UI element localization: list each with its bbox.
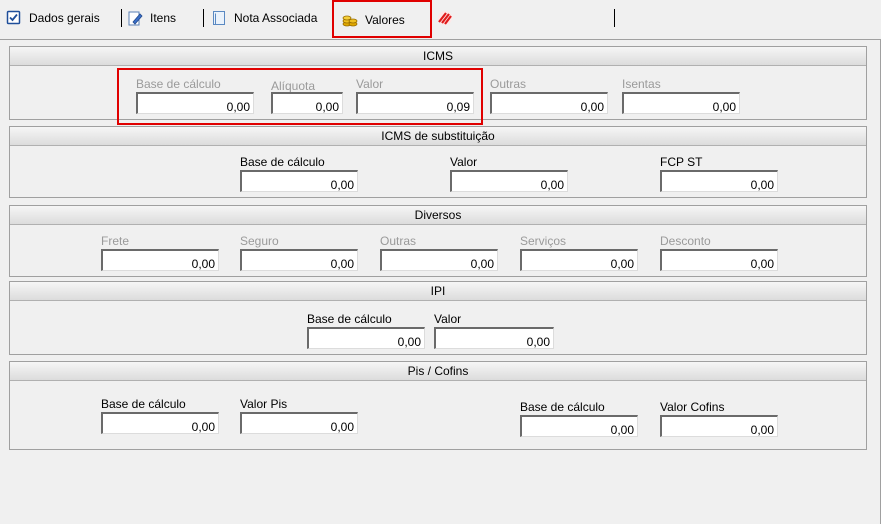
tab-bar: Dados gerais Itens Nota Associada Valore… <box>0 0 881 40</box>
field-label: Base de cálculo <box>101 397 186 411</box>
group-title: IPI <box>10 282 866 301</box>
icms-isentas-input[interactable] <box>622 92 740 114</box>
stripes-icon <box>438 11 452 25</box>
group-diversos: Diversos Frete Seguro Outras Serviços De… <box>9 205 867 277</box>
group-title: ICMS <box>10 47 866 66</box>
icms-valor-input[interactable] <box>356 92 474 114</box>
field-label: Base de cálculo <box>307 312 392 326</box>
frete-input[interactable] <box>101 249 219 271</box>
document-icon <box>213 11 225 25</box>
valor-cofins-input[interactable] <box>660 415 778 437</box>
servicos-input[interactable] <box>520 249 638 271</box>
group-title: Pis / Cofins <box>10 362 866 381</box>
fcp-st-input[interactable] <box>660 170 778 192</box>
tab-label: Dados gerais <box>29 11 100 25</box>
icms-outras-input[interactable] <box>490 92 608 114</box>
seguro-input[interactable] <box>240 249 358 271</box>
tab-dados-gerais[interactable]: Dados gerais <box>6 6 100 30</box>
field-label: Isentas <box>622 77 661 91</box>
edit-document-icon <box>128 11 143 26</box>
icms-aliquota-input[interactable] <box>271 92 343 114</box>
tab-separator <box>203 9 204 27</box>
field-label: Desconto <box>660 234 711 248</box>
tab-nota-associada[interactable]: Nota Associada <box>211 6 317 30</box>
field-label: Base de cálculo <box>520 400 605 414</box>
pis-base-input[interactable] <box>101 412 219 434</box>
desconto-input[interactable] <box>660 249 778 271</box>
field-label: Valor <box>356 77 384 91</box>
group-pis-cofins: Pis / Cofins Base de cálculo Valor Pis B… <box>9 361 867 450</box>
tab-label: Nota Associada <box>234 11 318 25</box>
ipi-valor-input[interactable] <box>434 327 554 349</box>
tab-valores[interactable]: Valores <box>342 8 405 32</box>
tab-label: Valores <box>365 13 405 27</box>
field-label: Base de cálculo <box>240 155 325 169</box>
field-label: Valor <box>450 155 478 169</box>
outras-input[interactable] <box>380 249 498 271</box>
tab-separator <box>121 9 122 27</box>
field-label: Valor Cofins <box>660 400 725 414</box>
checkbox-icon <box>6 10 21 25</box>
icms-base-input[interactable] <box>136 92 254 114</box>
icms-st-valor-input[interactable] <box>450 170 568 192</box>
icms-st-base-input[interactable] <box>240 170 358 192</box>
field-label: Outras <box>380 234 417 248</box>
field-label: Outras <box>490 77 527 91</box>
coins-icon <box>342 15 358 27</box>
field-label: Valor Pis <box>240 397 288 411</box>
group-ipi: IPI Base de cálculo Valor <box>9 281 867 355</box>
cofins-base-input[interactable] <box>520 415 638 437</box>
field-label: Base de cálculo <box>136 77 221 91</box>
field-label: Seguro <box>240 234 279 248</box>
tab-extra[interactable] <box>437 6 460 30</box>
valor-pis-input[interactable] <box>240 412 358 434</box>
field-label: Alíquota <box>271 79 316 93</box>
field-label: Frete <box>101 234 130 248</box>
group-icms: ICMS Base de cálculo Alíquota Valor Outr… <box>9 46 867 120</box>
group-title: Diversos <box>10 206 866 225</box>
tab-label: Itens <box>150 11 177 25</box>
group-icms-st: ICMS de substituição Base de cálculo Val… <box>9 126 867 198</box>
group-title: ICMS de substituição <box>10 127 866 146</box>
field-label: FCP ST <box>660 155 703 169</box>
tab-valores-highlight: Valores <box>332 0 432 38</box>
field-label: Serviços <box>520 234 567 248</box>
ipi-base-input[interactable] <box>307 327 425 349</box>
tab-separator <box>614 9 615 27</box>
field-label: Valor <box>434 312 462 326</box>
tab-itens[interactable]: Itens <box>127 6 176 30</box>
